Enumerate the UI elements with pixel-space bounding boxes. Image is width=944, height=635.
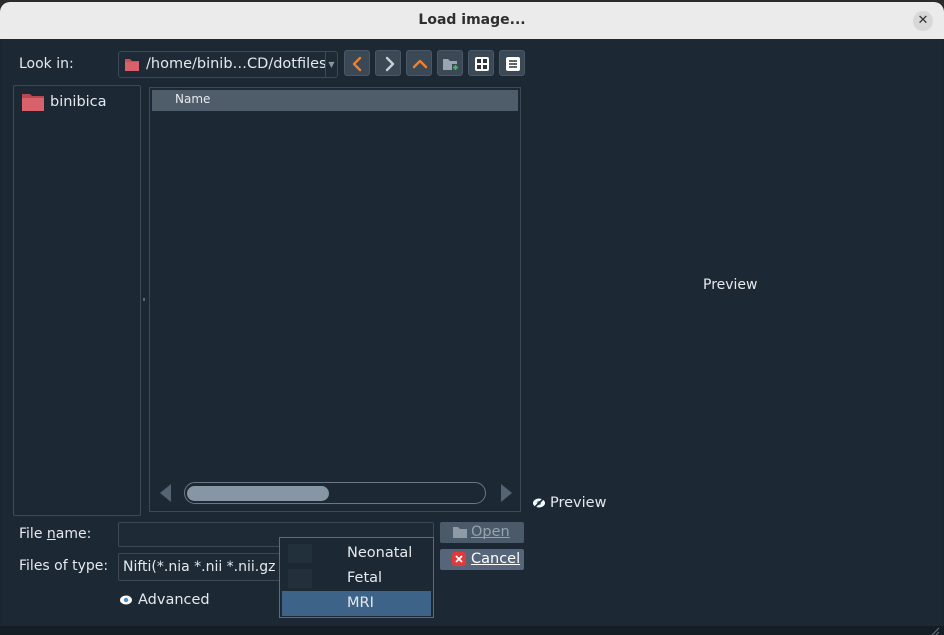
model-dropdown-popup[interactable]: Neonatal Fetal MRI [279, 537, 434, 618]
scroll-right-arrow-icon[interactable] [501, 484, 512, 502]
scrollbar-track[interactable] [184, 482, 486, 504]
new-folder-icon [443, 59, 459, 71]
dialog-titlebar[interactable]: Load image... ✕ [0, 2, 944, 39]
cancel-button[interactable]: Cancel [440, 549, 524, 570]
dropdown-option-label: Neonatal [347, 545, 413, 561]
splitter-handle[interactable] [143, 298, 145, 301]
dropdown-option-label: Fetal [347, 570, 383, 586]
scrollbar-thumb[interactable] [187, 486, 329, 501]
horizontal-scrollbar[interactable] [160, 480, 512, 504]
column-header-name[interactable]: Name [152, 90, 518, 111]
look-in-path: /home/binib…CD/dotfiles [146, 56, 327, 72]
back-arrow-icon [352, 56, 362, 72]
files-of-type-label: Files of type: [19, 558, 109, 574]
file-list[interactable]: Name [149, 87, 521, 512]
option-checkbox [288, 569, 312, 588]
sidebar-item-label: binibica [50, 94, 107, 110]
file-name-label: File name: [19, 526, 92, 542]
scroll-left-arrow-icon[interactable] [160, 484, 171, 502]
dropdown-option-neonatal[interactable]: Neonatal [282, 541, 431, 566]
resize-grip-icon[interactable] [930, 625, 940, 635]
eye-icon [119, 594, 133, 610]
column-header-label: Name [175, 92, 211, 106]
advanced-label: Advanced [138, 592, 210, 608]
chevron-down-icon[interactable]: ▼ [325, 52, 337, 77]
cancel-button-label: Cancel [471, 551, 521, 567]
dialog-title: Load image... [418, 12, 526, 28]
close-button[interactable]: ✕ [913, 11, 933, 31]
new-folder-button[interactable] [437, 50, 463, 76]
cancel-icon [452, 552, 466, 570]
files-of-type-value: Nifti(*.nia *.nii *.nii.gz * [123, 559, 282, 575]
open-button[interactable]: Open [440, 522, 524, 543]
close-icon: ✕ [917, 13, 929, 28]
parent-folder-icon [412, 59, 428, 69]
forward-arrow-icon [385, 56, 395, 72]
parent-directory-button[interactable] [406, 50, 432, 76]
forward-button[interactable] [375, 50, 401, 76]
look-in-combo[interactable]: /home/binib…CD/dotfiles ▼ [118, 51, 338, 78]
option-checkbox [288, 594, 312, 613]
folder-icon [124, 57, 140, 76]
folder-open-icon [452, 525, 468, 543]
open-text: Open [471, 524, 510, 540]
list-view-button[interactable] [468, 50, 494, 76]
sidebar-item-binibica[interactable]: binibica [19, 92, 134, 112]
detail-view-icon [506, 57, 520, 71]
open-button-label: Open [471, 524, 510, 540]
preview-toggle[interactable]: Preview [532, 495, 622, 513]
dropdown-option-label: MRI [347, 595, 374, 611]
preview-toggle-label: Preview [550, 495, 607, 511]
files-of-type-combo[interactable]: Nifti(*.nia *.nii *.nii.gz * [118, 553, 282, 581]
dropdown-option-mri[interactable]: MRI [282, 591, 431, 616]
list-view-icon [475, 57, 489, 71]
dropdown-option-fetal[interactable]: Fetal [282, 566, 431, 591]
option-checkbox [288, 544, 312, 563]
back-button[interactable] [344, 50, 370, 76]
advanced-toggle[interactable]: Advanced [119, 592, 219, 610]
folder-icon [21, 92, 45, 116]
detail-view-button[interactable] [499, 50, 525, 76]
look-in-label: Look in: [19, 56, 74, 72]
window-bottom-edge [0, 626, 944, 635]
places-sidebar[interactable]: binibica [13, 85, 141, 516]
eye-off-icon [532, 497, 546, 513]
preview-area-label: Preview [703, 277, 758, 293]
